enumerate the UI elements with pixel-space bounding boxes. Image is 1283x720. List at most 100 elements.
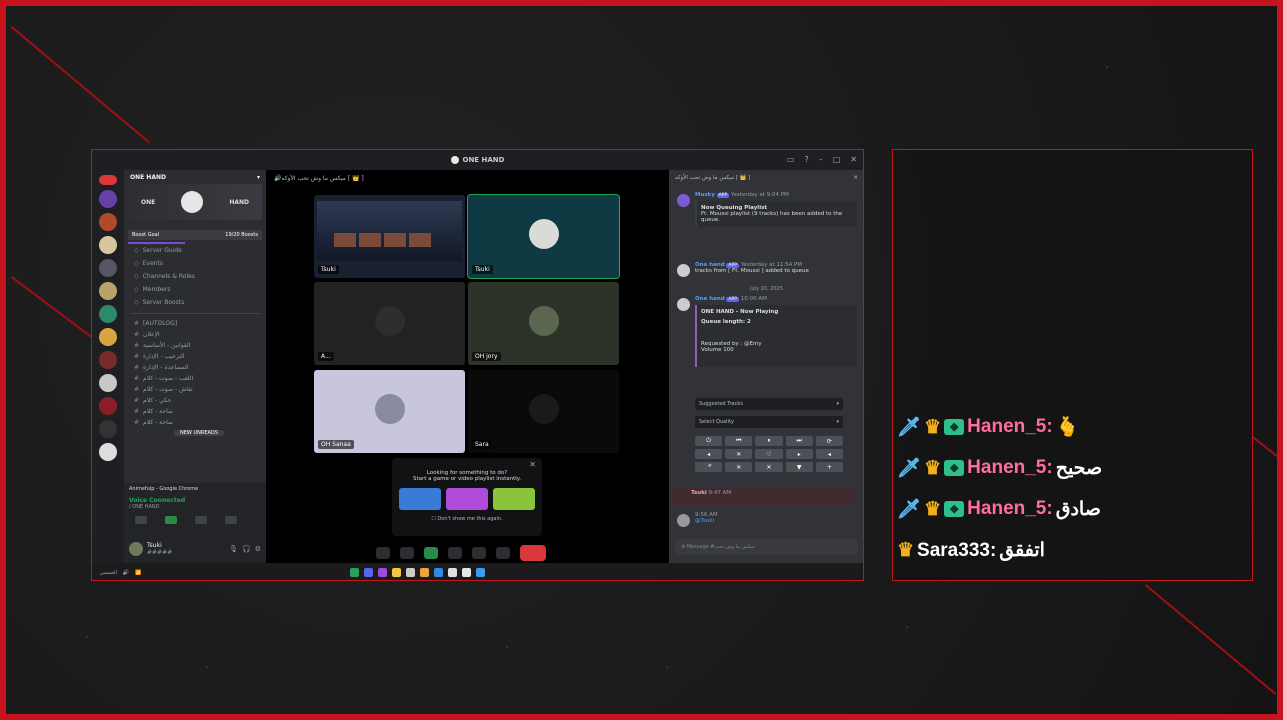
search-box[interactable] — [462, 568, 471, 577]
player-control-button[interactable]: ✕ — [725, 449, 753, 459]
app-icon[interactable] — [448, 568, 457, 577]
player-control-button[interactable]: ⏸ — [755, 436, 783, 446]
player-control-button[interactable]: ⏻ — [695, 436, 723, 446]
channel-item[interactable]: # اللعب - صوت - كلام — [124, 373, 266, 384]
server-nav-item[interactable]: ◇ Channels & Roles — [124, 270, 266, 283]
close-button[interactable]: ✕ — [850, 155, 857, 164]
author-name[interactable]: Musky — [695, 192, 715, 198]
camera-button[interactable] — [400, 547, 414, 559]
mic-button[interactable] — [376, 547, 390, 559]
server-nav-item[interactable]: ◇ Members — [124, 283, 266, 296]
more-button[interactable] — [496, 547, 510, 559]
player-control-button[interactable]: 🎤 — [695, 462, 723, 472]
discord-icon[interactable] — [364, 568, 373, 577]
app-icon[interactable] — [378, 568, 387, 577]
screen-share-button[interactable] — [165, 516, 177, 524]
server-nav-item[interactable]: ◇ Events — [124, 257, 266, 270]
app-icon[interactable] — [350, 568, 359, 577]
inbox-icon[interactable]: ▭ — [787, 155, 795, 164]
close-icon[interactable]: ✕ — [529, 460, 536, 469]
channel-item[interactable]: # نقاش - صوت - كلام — [124, 384, 266, 395]
minimize-button[interactable]: – — [819, 155, 823, 164]
server-header[interactable]: ONE HAND ▾ — [124, 170, 266, 184]
server-icon[interactable] — [99, 282, 117, 300]
channel-item[interactable]: # الترحيب - الإدارة — [124, 351, 266, 362]
folder-icon[interactable] — [420, 568, 429, 577]
avatar[interactable] — [129, 542, 143, 556]
server-icon[interactable] — [99, 420, 117, 438]
participant-tile[interactable]: Tsuki — [467, 194, 620, 279]
channel-item[interactable]: # الإعلان — [124, 329, 266, 340]
boost-goal[interactable]: Boost Goal 19/20 Boosts — [128, 230, 262, 240]
participant-tile[interactable]: OH Sanaa — [314, 370, 465, 453]
server-icon[interactable] — [99, 443, 117, 461]
player-control-button[interactable]: ✕ — [725, 462, 753, 472]
wifi-icon[interactable]: 📶 — [135, 570, 141, 576]
author-name[interactable]: Tsuki — [691, 490, 707, 496]
player-control-button[interactable]: ▸ — [785, 449, 813, 459]
activity-card[interactable] — [446, 488, 488, 510]
author-name[interactable]: One hand — [695, 296, 725, 302]
channel-item[interactable]: # ساحة - كلام — [124, 406, 266, 417]
server-icon[interactable] — [99, 259, 117, 277]
mic-icon[interactable]: 🎙 — [229, 545, 238, 553]
camera-button[interactable] — [135, 516, 147, 524]
activity-button[interactable] — [195, 516, 207, 524]
maximize-button[interactable]: □ — [833, 155, 841, 164]
chrome-icon[interactable] — [392, 568, 401, 577]
player-control-button[interactable]: + — [815, 462, 843, 472]
disconnect-button[interactable] — [520, 545, 546, 561]
app-icon[interactable] — [406, 568, 415, 577]
input-placeholder: Message #ميكس ما وش تحب — [686, 544, 755, 550]
screen-share-button[interactable] — [424, 547, 438, 559]
dont-show-checkbox[interactable]: ☐ Don't show me this again. — [392, 516, 542, 522]
server-icon[interactable] — [99, 236, 117, 254]
mention[interactable]: @Tsuki — [695, 518, 857, 524]
server-icon[interactable] — [99, 374, 117, 392]
server-nav-item[interactable]: ◇ Server Boosts — [124, 296, 266, 309]
tile-label: Tsuki — [318, 265, 339, 274]
message-input[interactable]: ⊕ Message #ميكس ما وش تحب — [675, 539, 858, 555]
windows-start-icon[interactable] — [476, 568, 485, 577]
soundboard-button[interactable] — [472, 547, 486, 559]
voice-channel-name[interactable]: / ONE HAND — [129, 504, 261, 510]
channel-item[interactable]: # المساعدة - الإدارة — [124, 362, 266, 373]
player-control-button[interactable]: ⏮ — [725, 436, 753, 446]
server-icon[interactable] — [99, 190, 117, 208]
activity-card[interactable] — [493, 488, 535, 510]
server-icon[interactable] — [99, 328, 117, 346]
server-icon[interactable] — [99, 213, 117, 231]
player-control-button[interactable]: ▼ — [785, 462, 813, 472]
gear-icon[interactable]: ⚙ — [255, 545, 261, 553]
new-unreads-pill[interactable]: NEW UNREADS — [174, 430, 224, 436]
suggested-tracks-select[interactable]: Suggested Tracks ▾ — [695, 398, 843, 410]
channel-item[interactable]: # القوانين - الأساسية — [124, 340, 266, 351]
quality-select[interactable]: Select Quality ▾ — [695, 416, 843, 428]
soundboard-button[interactable] — [225, 516, 237, 524]
channel-item[interactable]: # ساحة - كلام — [124, 417, 266, 428]
player-control-button[interactable]: ◂ — [815, 449, 843, 459]
activity-card[interactable] — [399, 488, 441, 510]
server-icon[interactable] — [99, 351, 117, 369]
edge-icon[interactable] — [434, 568, 443, 577]
close-icon[interactable]: ✕ — [853, 175, 858, 181]
participant-tile[interactable]: A... — [314, 282, 465, 365]
player-control-button[interactable]: ⟳ — [815, 436, 843, 446]
channel-item[interactable]: # حكي - كلام — [124, 395, 266, 406]
server-nav-item[interactable]: ◇ Server Guide — [124, 244, 266, 257]
player-control-button[interactable]: ◂ — [695, 449, 723, 459]
server-icon[interactable] — [99, 305, 117, 323]
player-control-button[interactable]: ⏭ — [785, 436, 813, 446]
participant-tile[interactable]: OH jory — [468, 282, 619, 365]
screen-share-tile[interactable]: Tsuki — [314, 195, 465, 278]
headphones-icon[interactable]: 🎧 — [242, 545, 251, 553]
participant-tile[interactable]: Sara — [468, 370, 619, 453]
activity-button[interactable] — [448, 547, 462, 559]
channel-item[interactable]: # [AUTOLOG] — [124, 318, 266, 329]
player-control-button[interactable]: ✕ — [755, 462, 783, 472]
help-icon[interactable]: ? — [804, 155, 808, 164]
activity-title[interactable]: Animefuip - Google Chrome — [129, 486, 261, 492]
player-control-button[interactable]: ♡ — [755, 449, 783, 459]
volume-icon[interactable]: 🔊 — [123, 570, 129, 576]
server-icon[interactable] — [99, 397, 117, 415]
